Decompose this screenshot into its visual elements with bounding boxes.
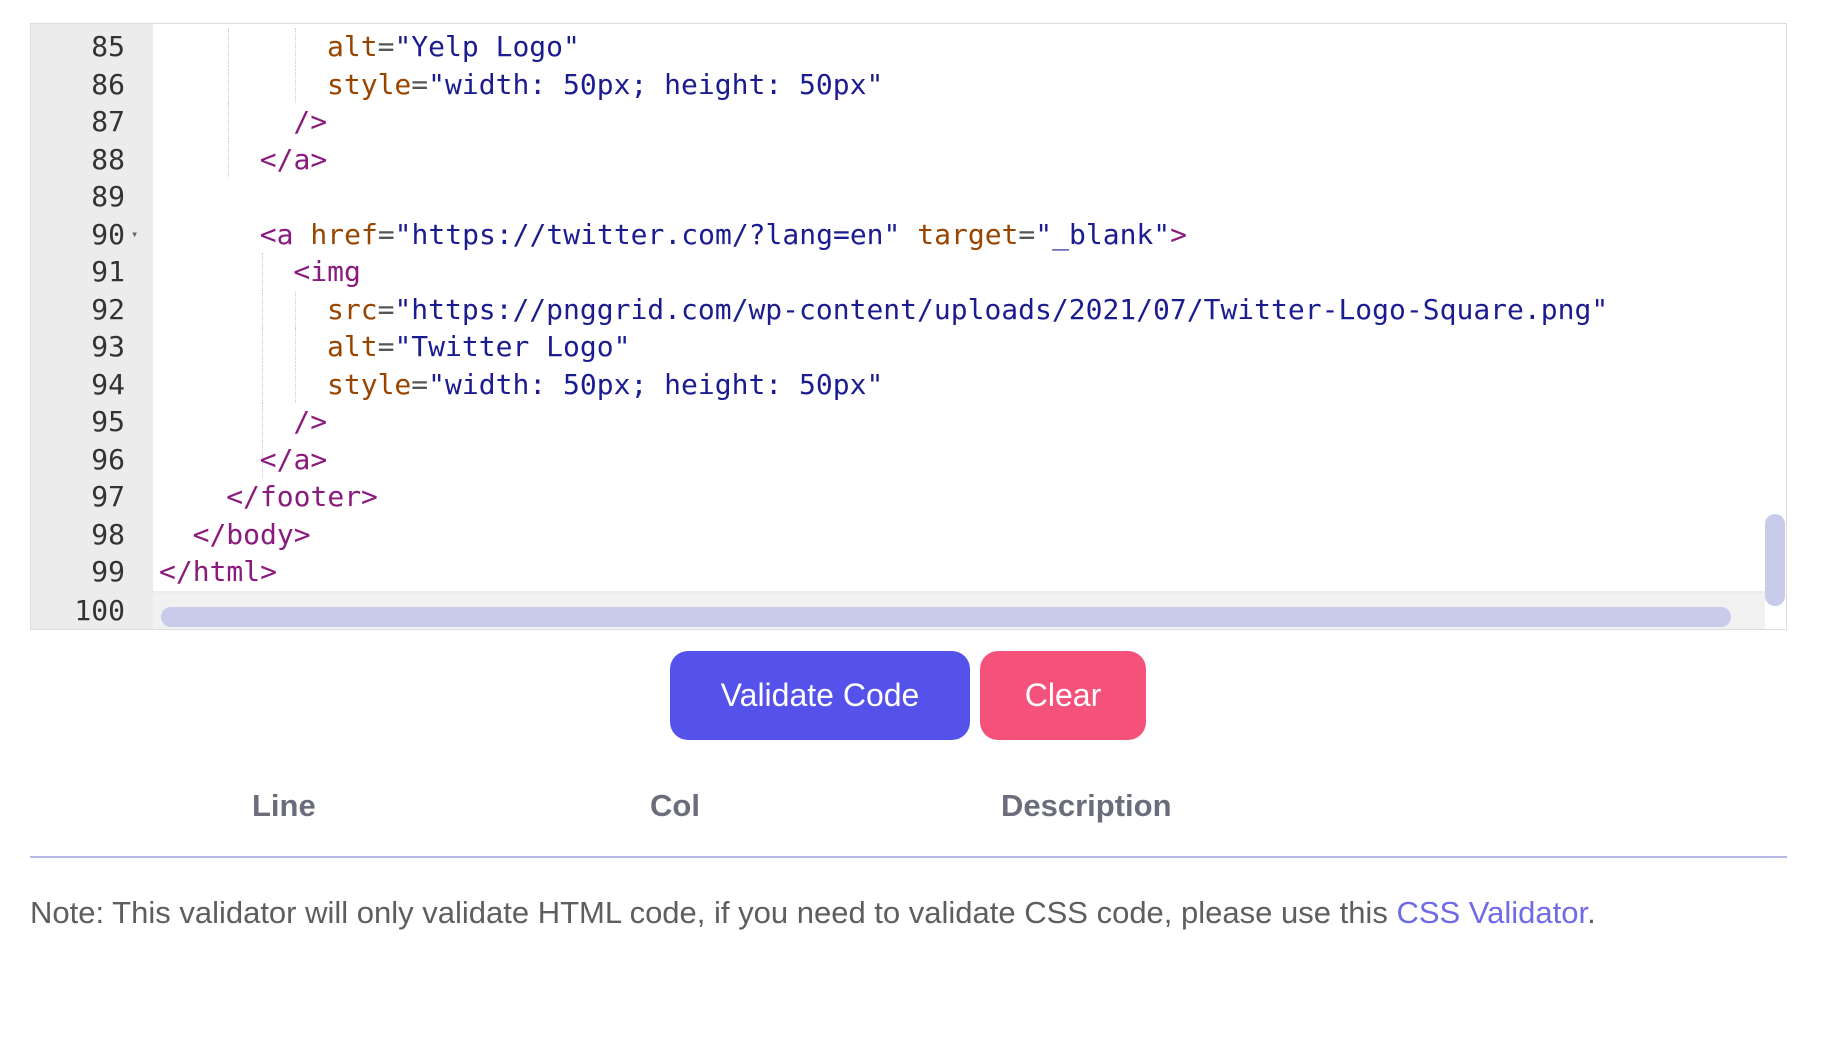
line-number: 98 — [91, 517, 125, 551]
code-text: /> — [293, 405, 328, 438]
indent-guide — [261, 365, 263, 403]
results-header-col: Col — [650, 788, 700, 823]
clear-button[interactable]: Clear — [980, 651, 1146, 740]
note-text: Note: This validator will only validate … — [30, 895, 1397, 930]
indent-guide — [228, 140, 230, 178]
code-line[interactable]: 93 alt="Twitter Logo" — [31, 328, 1786, 366]
code-text: src="https://pnggrid.com/wp-content/uplo… — [327, 292, 1609, 326]
code-line[interactable]: 88 </a> — [31, 140, 1786, 178]
indent-guide — [261, 328, 263, 366]
results-header-description: Description — [1001, 788, 1172, 823]
indent-guide — [261, 403, 263, 441]
code-line[interactable]: 87 /> — [31, 103, 1786, 141]
line-number: 97 — [91, 480, 125, 513]
code-line[interactable]: 92 src="https://pnggrid.com/wp-content/up… — [31, 290, 1786, 328]
line-number: 96 — [91, 442, 125, 476]
indent-guide — [228, 28, 230, 66]
indent-guide — [295, 65, 297, 103]
code-text: alt="Yelp Logo" — [327, 30, 580, 63]
indent-guide — [295, 328, 297, 366]
code-text: <img — [293, 255, 361, 288]
line-number: 94 — [91, 367, 125, 401]
code-line[interactable]: 95 /> — [31, 403, 1786, 441]
vertical-scrollbar-thumb[interactable] — [1765, 514, 1785, 606]
horizontal-scrollbar[interactable] — [153, 593, 1765, 629]
code-line[interactable]: 89 — [31, 178, 1786, 216]
line-number: 85 — [91, 30, 125, 63]
code-text: style="width: 50px; height: 50px" — [327, 67, 884, 101]
validate-code-button[interactable]: Validate Code — [670, 651, 970, 740]
line-number: 88 — [91, 142, 125, 176]
code-text: alt="Twitter Logo" — [327, 330, 631, 363]
line-number: 100 — [74, 593, 125, 627]
code-line[interactable]: 99 </html> — [31, 553, 1786, 591]
vertical-scrollbar[interactable] — [1765, 24, 1786, 629]
code-line[interactable]: 85 alt="Yelp Logo" — [31, 28, 1786, 66]
code-line[interactable]: 90 ▾ <a href="https://twitter.com/?lang=en… — [31, 216, 1786, 254]
code-editor[interactable]: 85 alt="Yelp Logo" 86 style="width: 50px; h… — [30, 23, 1787, 630]
code-lines[interactable]: 85 alt="Yelp Logo" 86 style="width: 50px; h… — [31, 28, 1786, 629]
code-text: <a href="https://twitter.com/?lang=en" t… — [259, 217, 1187, 251]
line-number: 93 — [91, 330, 125, 363]
line-number: 92 — [91, 292, 125, 326]
code-text: </html> — [159, 555, 278, 588]
fold-arrow-icon[interactable]: ▾ — [131, 216, 138, 254]
indent-guide — [295, 365, 297, 403]
code-line[interactable]: 91 <img — [31, 253, 1786, 291]
horizontal-scrollbar-thumb[interactable] — [161, 607, 1731, 627]
code-line[interactable]: 86 style="width: 50px; height: 50px" — [31, 65, 1786, 103]
code-text: style="width: 50px; height: 50px" — [327, 367, 884, 401]
indent-guide — [261, 290, 263, 328]
results-header-line: Line — [252, 788, 316, 823]
note-suffix: . — [1587, 895, 1596, 930]
line-number: 91 — [91, 255, 125, 288]
indent-guide — [295, 28, 297, 66]
indent-guide — [228, 103, 230, 141]
line-number: 86 — [91, 67, 125, 101]
code-line[interactable]: 98 </body> — [31, 516, 1786, 554]
indent-guide — [261, 253, 263, 291]
code-text: </a> — [259, 142, 328, 176]
code-line[interactable]: 97 </footer> — [31, 478, 1786, 516]
indent-guide — [228, 65, 230, 103]
code-line[interactable]: 94 style="width: 50px; height: 50px" — [31, 365, 1786, 403]
line-number: 95 — [91, 405, 125, 438]
css-validator-link[interactable]: CSS Validator — [1396, 895, 1587, 930]
code-text: </a> — [259, 442, 328, 476]
line-number: 99 — [91, 555, 125, 588]
line-number: 89 — [91, 180, 125, 213]
code-line[interactable]: 96 </a> — [31, 440, 1786, 478]
code-text: </body> — [192, 517, 311, 551]
code-text: </footer> — [226, 480, 378, 513]
results-divider — [30, 856, 1787, 858]
code-text: /> — [293, 105, 328, 138]
line-number: 90 — [91, 217, 125, 251]
line-number: 87 — [91, 105, 125, 138]
indent-guide — [295, 290, 297, 328]
validator-note: Note: This validator will only validate … — [30, 895, 1596, 931]
